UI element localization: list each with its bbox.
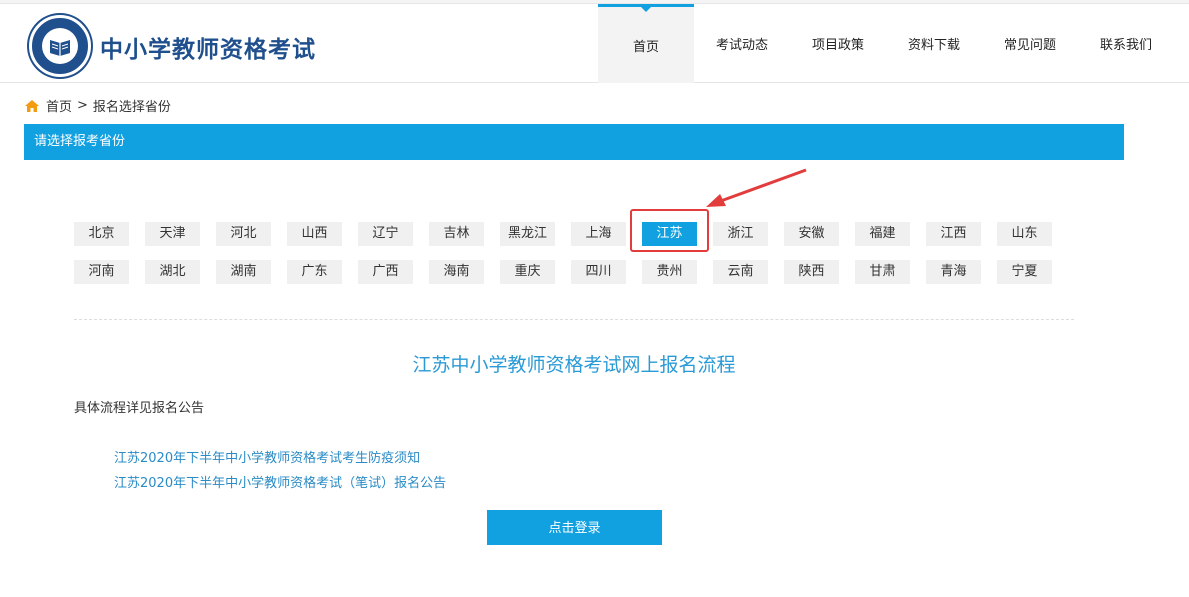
announcement-links: 江苏2020年下半年中小学教师资格考试考生防疫须知 江苏2020年下半年中小学教… — [114, 446, 446, 496]
announcement-link[interactable]: 江苏2020年下半年中小学教师资格考试（笔试）报名公告 — [114, 471, 446, 496]
process-title: 江苏中小学教师资格考试网上报名流程 — [412, 354, 736, 376]
province-guizhou[interactable]: 贵州 — [642, 260, 697, 284]
home-icon — [25, 99, 39, 112]
province-heilongjiang[interactable]: 黑龙江 — [500, 222, 555, 246]
province-guangdong[interactable]: 广东 — [287, 260, 342, 284]
province-guangxi[interactable]: 广西 — [358, 260, 413, 284]
section-divider — [74, 319, 1074, 320]
province-panel-heading: 请选择报考省份 — [24, 124, 1124, 160]
active-indicator — [641, 7, 651, 12]
selection-highlight-box — [630, 209, 709, 252]
province-anhui[interactable]: 安徽 — [784, 222, 839, 246]
nav-label: 首页 — [632, 39, 659, 55]
nav-downloads[interactable]: 资料下载 — [886, 4, 982, 83]
province-beijing[interactable]: 北京 — [74, 222, 129, 246]
breadcrumb-current: 报名选择省份 — [92, 100, 171, 115]
province-qinghai[interactable]: 青海 — [926, 260, 981, 284]
province-tianjin[interactable]: 天津 — [145, 222, 200, 246]
nav-home[interactable]: 首页 — [598, 4, 694, 83]
announcement-link[interactable]: 江苏2020年下半年中小学教师资格考试考生防疫须知 — [114, 446, 446, 471]
province-jilin[interactable]: 吉林 — [429, 222, 484, 246]
site-header: 中小学教师资格考试 首页 考试动态 项目政策 资料下载 常见问题 联系我们 — [0, 4, 1189, 83]
process-note: 具体流程详见报名公告 — [74, 401, 205, 416]
province-shanxi[interactable]: 山西 — [287, 222, 342, 246]
breadcrumb: 首页 > 报名选择省份 — [24, 96, 171, 115]
province-list: 北京 天津 河北 山西 辽宁 吉林 黑龙江 上海 江苏 浙江 安徽 福建 江西 … — [74, 222, 1074, 298]
province-hubei[interactable]: 湖北 — [145, 260, 200, 284]
province-gansu[interactable]: 甘肃 — [855, 260, 910, 284]
nav-faq[interactable]: 常见问题 — [982, 4, 1078, 83]
province-jiangxi[interactable]: 江西 — [926, 222, 981, 246]
nav-label: 考试动态 — [715, 38, 768, 53]
province-shaanxi[interactable]: 陕西 — [784, 260, 839, 284]
province-hunan[interactable]: 湖南 — [216, 260, 271, 284]
province-sichuan[interactable]: 四川 — [571, 260, 626, 284]
book-icon — [50, 40, 70, 56]
site-logo[interactable] — [29, 15, 91, 77]
site-title[interactable]: 中小学教师资格考试 — [100, 30, 316, 64]
login-button[interactable]: 点击登录 — [487, 510, 662, 545]
nav-label: 常见问题 — [1003, 38, 1056, 53]
province-hebei[interactable]: 河北 — [216, 222, 271, 246]
nav-contact[interactable]: 联系我们 — [1078, 4, 1174, 83]
province-ningxia[interactable]: 宁夏 — [997, 260, 1052, 284]
province-row: 北京 天津 河北 山西 辽宁 吉林 黑龙江 上海 江苏 浙江 安徽 福建 江西 … — [74, 222, 1074, 246]
annotation-arrow-icon — [706, 168, 807, 207]
nav-label: 资料下载 — [907, 38, 960, 53]
nav-label: 项目政策 — [811, 38, 864, 53]
nav-policy[interactable]: 项目政策 — [790, 4, 886, 83]
province-shanghai[interactable]: 上海 — [571, 222, 626, 246]
province-fujian[interactable]: 福建 — [855, 222, 910, 246]
nav-exam-news[interactable]: 考试动态 — [694, 4, 790, 83]
province-zhejiang[interactable]: 浙江 — [713, 222, 768, 246]
main-nav: 首页 考试动态 项目政策 资料下载 常见问题 联系我们 — [598, 4, 1174, 83]
province-shandong[interactable]: 山东 — [997, 222, 1052, 246]
breadcrumb-separator: > — [77, 98, 88, 113]
province-hainan[interactable]: 海南 — [429, 260, 484, 284]
province-chongqing[interactable]: 重庆 — [500, 260, 555, 284]
province-liaoning[interactable]: 辽宁 — [358, 222, 413, 246]
province-row: 河南 湖北 湖南 广东 广西 海南 重庆 四川 贵州 云南 陕西 甘肃 青海 宁… — [74, 260, 1074, 284]
nav-label: 联系我们 — [1099, 38, 1152, 53]
province-yunnan[interactable]: 云南 — [713, 260, 768, 284]
province-henan[interactable]: 河南 — [74, 260, 129, 284]
breadcrumb-home-link[interactable]: 首页 — [46, 96, 72, 115]
